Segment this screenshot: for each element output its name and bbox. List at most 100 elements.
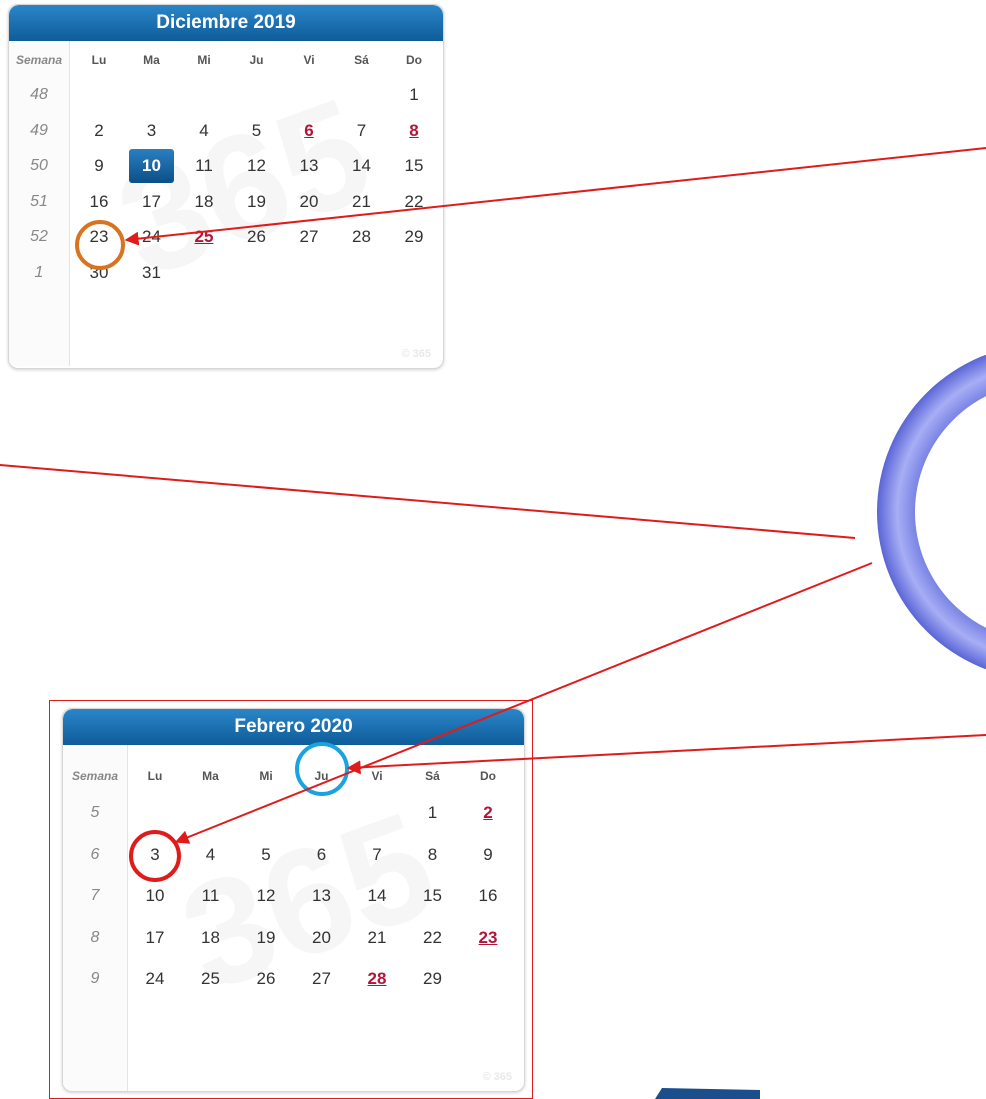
day-cell[interactable]: 17 xyxy=(131,921,179,955)
week-row: 5 12 xyxy=(63,796,524,830)
day-cell[interactable]: 1 xyxy=(409,796,457,830)
day-cell[interactable]: 28 xyxy=(339,220,384,254)
day-header-row: Semana Lu Ma Mi Ju Vi Sá Do xyxy=(9,43,443,77)
calendar-december-2019: Diciembre 2019 3 65 Semana Lu Ma Mi Ju Vi Sá Do 4… xyxy=(8,4,444,369)
day-cell[interactable]: 23 xyxy=(77,220,122,254)
day-cell[interactable]: 7 xyxy=(353,838,401,872)
week-number: 48 xyxy=(30,86,48,103)
day-header: Lu xyxy=(91,53,107,67)
day-cell[interactable]: 30 xyxy=(77,256,122,290)
day-cell[interactable]: 12 xyxy=(234,149,279,183)
week-number: 52 xyxy=(30,228,48,245)
week-number: 49 xyxy=(30,121,48,139)
day-cell[interactable]: 15 xyxy=(409,879,457,913)
day-cell[interactable]: 26 xyxy=(242,962,290,996)
week-row: 50 9 10 11 12 13 14 15 xyxy=(9,149,443,183)
ring-text-line1: Re xyxy=(946,477,980,507)
day-cell[interactable]: 16 xyxy=(77,185,122,219)
day-cell[interactable]: 20 xyxy=(287,185,332,219)
day-header: Lu xyxy=(147,769,163,783)
day-cell[interactable]: 24 xyxy=(131,962,179,996)
day-cell[interactable]: 27 xyxy=(298,962,346,996)
day-header: Sá xyxy=(354,53,369,67)
day-cell[interactable]: 19 xyxy=(234,185,279,219)
day-header: Ma xyxy=(143,53,160,67)
day-cell[interactable]: 2 xyxy=(464,796,512,830)
day-cell[interactable]: 21 xyxy=(353,921,401,955)
day-cell[interactable]: 2 xyxy=(77,114,122,148)
day-cell[interactable]: 4 xyxy=(182,114,227,148)
day-header: Do xyxy=(406,53,422,67)
week-number: 51 xyxy=(30,192,48,210)
day-cell[interactable]: 16 xyxy=(464,879,512,913)
day-cell[interactable]: 17 xyxy=(129,185,174,219)
day-header: Mi xyxy=(197,53,211,67)
day-cell[interactable]: 24 xyxy=(129,220,174,254)
day-cell[interactable]: 3 xyxy=(129,114,174,148)
day-cell[interactable]: 4 xyxy=(187,838,235,872)
week-row: 7 10 11 12 13 14 15 16 xyxy=(63,879,524,913)
ring-text-line2: P xyxy=(967,510,985,540)
day-cell[interactable]: 14 xyxy=(353,879,401,913)
day-header: Ma xyxy=(202,769,219,783)
day-header: Do xyxy=(480,769,496,783)
day-cell[interactable]: 21 xyxy=(339,185,384,219)
calendar-title: Febrero 2020 xyxy=(63,709,524,745)
day-cell[interactable]: 10 xyxy=(129,149,174,183)
week-number: 6 xyxy=(90,845,100,863)
decorative-shape xyxy=(655,1088,760,1099)
week-row: 48 1 xyxy=(9,78,443,112)
week-row: 52 23 24 25 26 27 28 29 xyxy=(9,220,443,254)
day-cell[interactable]: 29 xyxy=(392,220,437,254)
day-cell[interactable]: 13 xyxy=(298,879,346,913)
day-cell[interactable]: 3 xyxy=(131,838,179,872)
week-number: 5 xyxy=(90,804,100,821)
week-header: Semana xyxy=(15,53,63,67)
day-header: Ju xyxy=(249,53,264,67)
day-cell[interactable]: 9 xyxy=(464,838,512,872)
day-header: Vi xyxy=(303,53,315,67)
day-cell[interactable]: 22 xyxy=(409,921,457,955)
day-cell[interactable]: 9 xyxy=(77,149,122,183)
day-cell[interactable]: 11 xyxy=(187,879,235,913)
day-cell[interactable]: 18 xyxy=(182,185,227,219)
day-cell[interactable]: 31 xyxy=(129,256,174,290)
day-cell[interactable]: 25 xyxy=(182,220,227,254)
day-cell[interactable]: 13 xyxy=(287,149,332,183)
day-cell[interactable]: 12 xyxy=(242,879,290,913)
day-cell[interactable]: 18 xyxy=(187,921,235,955)
day-cell[interactable]: 8 xyxy=(409,838,457,872)
day-cell[interactable]: 29 xyxy=(409,962,457,996)
day-cell[interactable]: 6 xyxy=(298,838,346,872)
calendar-grid: 365 Semana Lu Ma Mi Ju Vi Sá Do 5 1 2 6 3 4 5 6 7 8 9 7 10 11… xyxy=(63,745,524,1091)
day-cell[interactable]: 15 xyxy=(392,149,437,183)
day-cell[interactable]: 27 xyxy=(287,220,332,254)
day-cell[interactable]: 5 xyxy=(234,114,279,148)
week-number: 7 xyxy=(90,887,100,904)
day-cell[interactable]: 14 xyxy=(339,149,384,183)
watermark-text: © 365 xyxy=(401,348,431,360)
day-cell[interactable]: 20 xyxy=(298,921,346,955)
day-cell[interactable]: 28 xyxy=(353,962,401,996)
day-header: Ju xyxy=(314,769,329,783)
week-row: 1 30 31 xyxy=(9,256,443,290)
week-number: 9 xyxy=(90,970,100,987)
day-cell[interactable]: 19 xyxy=(242,921,290,955)
day-cell[interactable]: 22 xyxy=(392,185,437,219)
calendar-february-2020: Febrero 2020 365 Semana Lu Ma Mi Ju Vi Sá Do 5 1 2… xyxy=(62,708,525,1092)
week-row: 9 24 25 26 27 28 29 xyxy=(63,962,524,996)
day-header: Sá xyxy=(425,769,440,783)
day-cell[interactable]: 25 xyxy=(187,962,235,996)
day-cell[interactable]: 1 xyxy=(392,78,437,112)
day-header: Mi xyxy=(259,769,273,783)
day-cell[interactable]: 6 xyxy=(287,114,332,148)
day-cell[interactable]: 10 xyxy=(131,879,179,913)
day-cell[interactable]: 11 xyxy=(182,149,227,183)
week-number: 8 xyxy=(90,928,100,946)
day-cell[interactable]: 5 xyxy=(242,838,290,872)
day-cell[interactable]: 8 xyxy=(392,114,437,148)
day-cell[interactable]: 7 xyxy=(339,114,384,148)
week-row: 49 2 3 4 5 6 7 8 xyxy=(9,114,443,148)
day-cell[interactable]: 23 xyxy=(464,921,512,955)
day-cell[interactable]: 26 xyxy=(234,220,279,254)
